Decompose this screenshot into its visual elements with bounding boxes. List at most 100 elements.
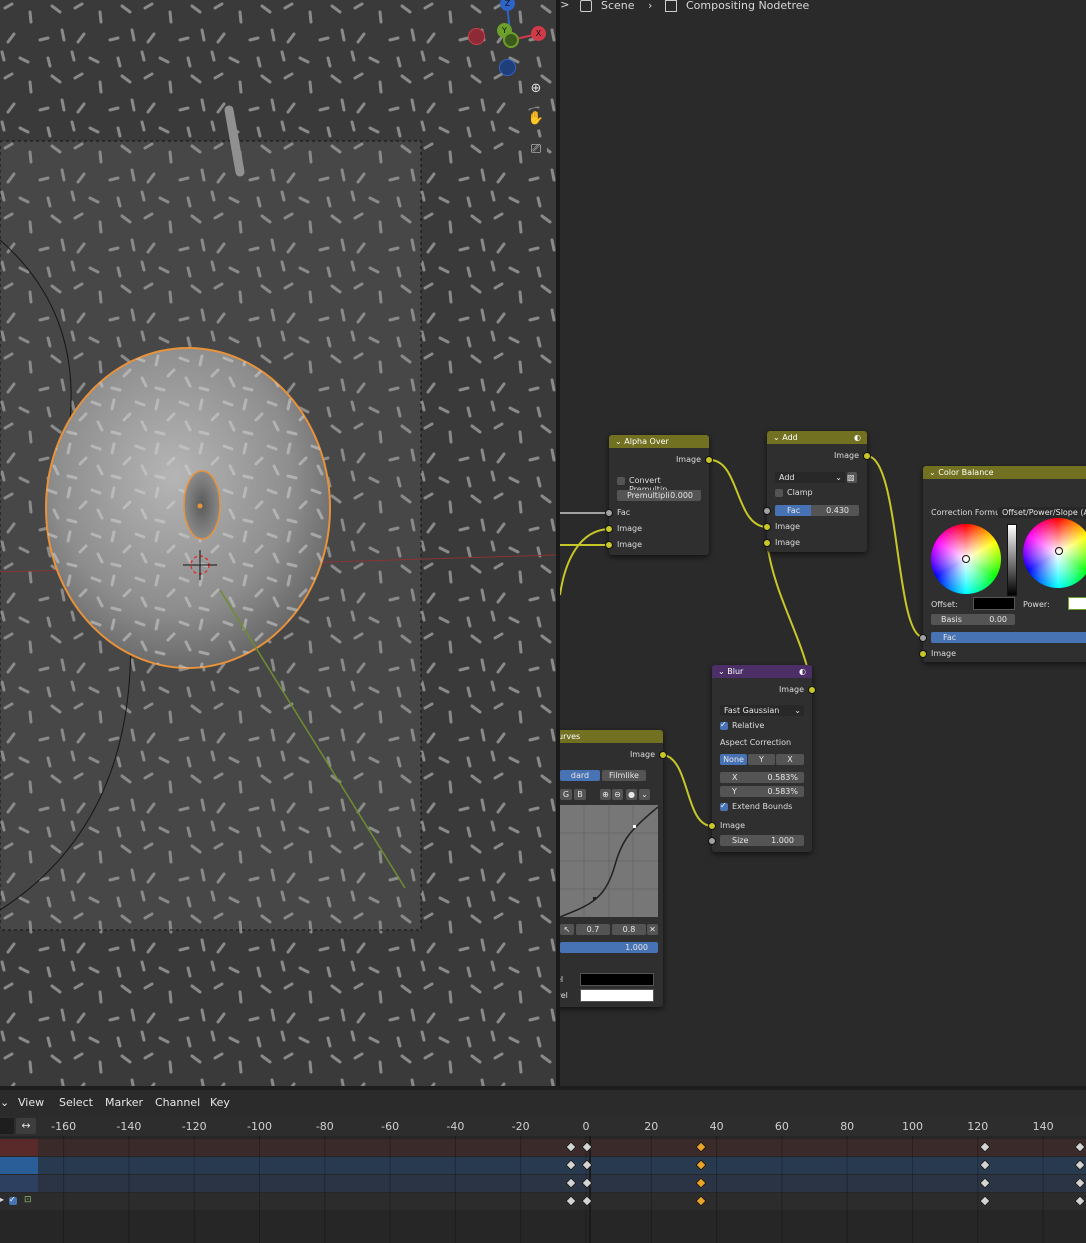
input-socket-size[interactable]: [708, 837, 716, 845]
input-label-fac: Fac: [617, 508, 631, 517]
fac-field[interactable]: Fac 0.430: [775, 505, 859, 516]
input-label-image2: Image: [775, 538, 801, 547]
input-socket-image1[interactable]: [763, 523, 771, 531]
aspect-label: Aspect Correction: [720, 738, 792, 747]
node-add[interactable]: ⌄ Add ◐ Image Add ⌄ ▨ Clamp Fac 0.430 Ima…: [763, 431, 871, 552]
camera-icon[interactable]: ⎚: [525, 139, 547, 161]
aspect-x-button[interactable]: X: [776, 754, 804, 765]
output-socket[interactable]: [863, 452, 871, 460]
blend-mode-value: Add: [779, 473, 795, 482]
node-editor[interactable]: <> Scene › Compositing Nodetree ⌄ Alpha …: [560, 0, 1086, 1086]
input-socket-fac[interactable]: [605, 509, 613, 517]
aspect-y-button[interactable]: Y: [748, 754, 775, 765]
wheel-cursor[interactable]: [1055, 547, 1063, 555]
node-header[interactable]: ⌄ Alpha Over: [609, 435, 709, 448]
relative-checkbox[interactable]: [720, 720, 728, 730]
white-level-swatch[interactable]: [580, 989, 654, 1002]
hand-icon[interactable]: ✋: [525, 108, 547, 130]
zoom-in-icon[interactable]: ⊕: [600, 789, 611, 800]
x-field[interactable]: X 0.583%: [720, 772, 804, 783]
fac-field[interactable]: Fac: [931, 632, 1086, 643]
black-level-label: el: [560, 975, 564, 984]
clip-icon[interactable]: ●: [626, 789, 637, 800]
output-socket[interactable]: [705, 456, 713, 464]
gizmo-neg-z-ball[interactable]: [499, 59, 516, 76]
curve-tool-icon[interactable]: ↖: [560, 924, 574, 935]
offset-label: Offset:: [931, 600, 958, 609]
tab-standard[interactable]: dard: [560, 770, 600, 781]
fac-label: Fac: [787, 506, 801, 515]
input-socket-image[interactable]: [708, 822, 716, 830]
clamp-label: Clamp: [787, 488, 813, 497]
basis-field[interactable]: Basis 0.00: [931, 614, 1015, 625]
wheel-cursor[interactable]: [962, 555, 970, 563]
filter-dropdown[interactable]: Fast Gaussian ⌄: [720, 705, 804, 716]
menu-chevron-icon[interactable]: ⌄: [639, 789, 650, 800]
fac-value: 0.430: [826, 506, 849, 515]
node-blur[interactable]: ⌄ Blur ◐ Image Fast Gaussian ⌄ Relative A…: [708, 665, 816, 852]
y-field[interactable]: Y 0.583%: [720, 786, 804, 797]
size-field[interactable]: Size 1.000: [720, 835, 804, 846]
offset-value-slider[interactable]: [1007, 524, 1017, 596]
fac-label: Fac: [943, 633, 957, 642]
input-socket-fac[interactable]: [919, 634, 927, 642]
node-header[interactable]: ⌄ Color Balance: [923, 466, 1086, 479]
curve-point-x-field[interactable]: 0.7: [576, 924, 610, 935]
curve-graph[interactable]: [560, 805, 658, 917]
offset-color-wheel[interactable]: [931, 524, 1001, 594]
node-header[interactable]: urves: [560, 730, 663, 743]
preview-icon[interactable]: ◐: [799, 665, 806, 678]
correction-dropdown[interactable]: Offset/Power/Slope (ASC: [998, 507, 1086, 518]
fac-field[interactable]: 1.000: [560, 942, 658, 953]
node-header[interactable]: ⌄ Blur ◐: [712, 665, 812, 678]
node-color-balance[interactable]: ⌄ Color Balance Correction Formu Offset/…: [919, 466, 1086, 662]
use-alpha-toggle[interactable]: ▨: [847, 472, 857, 483]
zoom-out-icon[interactable]: ⊖: [612, 789, 623, 800]
input-label-image1: Image: [775, 522, 801, 531]
input-label-image2: Image: [617, 540, 643, 549]
axis-gizmo[interactable]: Z Y X: [462, 0, 554, 80]
channel-g-button[interactable]: G: [560, 789, 572, 800]
offset-color-swatch[interactable]: [973, 597, 1015, 610]
curve-point-y-field[interactable]: 0.8: [612, 924, 646, 935]
blend-mode-dropdown[interactable]: Add ⌄: [775, 472, 845, 483]
node-alpha-over[interactable]: ⌄ Alpha Over Image Convert Premultip... …: [605, 435, 713, 555]
tab-filmlike[interactable]: Filmlike: [602, 770, 646, 781]
basis-value: 0.00: [989, 615, 1007, 624]
extend-bounds-checkbox[interactable]: [720, 801, 728, 811]
black-level-swatch[interactable]: [580, 973, 654, 986]
premul-field[interactable]: Premultipli 0.000: [617, 490, 701, 501]
aspect-none-button[interactable]: None: [720, 754, 747, 765]
gizmo-x-ball[interactable]: X: [531, 26, 546, 41]
output-socket[interactable]: [659, 751, 667, 759]
close-icon[interactable]: ✕: [647, 924, 658, 935]
convert-checkbox[interactable]: [617, 477, 625, 485]
input-socket-image1[interactable]: [605, 525, 613, 533]
power-color-swatch[interactable]: [1068, 597, 1086, 610]
viewport-scene: [0, 0, 556, 1086]
power-color-wheel[interactable]: [1023, 518, 1086, 588]
3d-viewport[interactable]: Z Y X ⊕ ✋ ⎚: [0, 0, 556, 1086]
zoom-icon[interactable]: ⊕: [525, 78, 547, 100]
node-title: Blur: [727, 667, 744, 676]
output-socket[interactable]: [808, 686, 816, 694]
input-socket-image[interactable]: [919, 650, 927, 658]
input-socket-image2[interactable]: [763, 539, 771, 547]
chevron-down-icon: ⌄: [794, 706, 801, 715]
y-value: 0.583%: [767, 787, 798, 796]
gizmo-neg-y-ball[interactable]: [503, 32, 519, 48]
preview-icon[interactable]: ◐: [854, 431, 861, 444]
white-level-label: vel: [560, 991, 568, 1000]
dope-sheet[interactable]: ⌄ View Select Marker Channel Key ↔ -160-…: [0, 1090, 1086, 1243]
node-curves[interactable]: urves Image dard Filmlike G B ⊕ ⊖ ● ⌄ ↖ …: [560, 730, 667, 1007]
node-header[interactable]: ⌄ Add ◐: [767, 431, 867, 444]
channel-b-button[interactable]: B: [574, 789, 586, 800]
input-socket-fac[interactable]: [763, 507, 771, 515]
clamp-checkbox[interactable]: [775, 489, 783, 497]
output-label: Image: [778, 685, 804, 694]
input-socket-image2[interactable]: [605, 541, 613, 549]
gizmo-neg-x-ball[interactable]: [468, 28, 485, 45]
keyframe-area[interactable]: [0, 1090, 1086, 1243]
premul-label: Premultipli: [627, 491, 670, 500]
wheel-white-center: [1023, 518, 1086, 588]
